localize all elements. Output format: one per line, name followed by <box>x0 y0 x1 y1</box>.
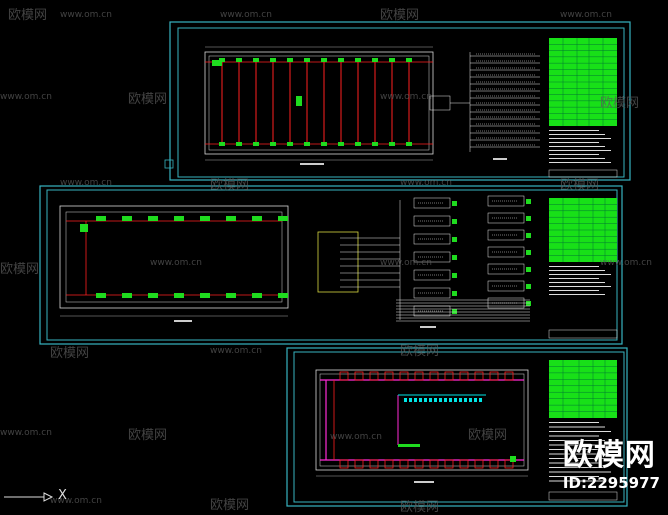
sheet-1-system-diagram <box>429 52 540 160</box>
watermark-site-text: www.om.cn <box>330 432 382 442</box>
watermark-site-text: www.om.cn <box>380 92 432 102</box>
ucs-arrow-icon <box>4 492 54 502</box>
watermark-brand-text: 欧模网 <box>8 8 48 23</box>
sheet-2-legend-table <box>548 198 618 339</box>
brand-badge: 欧模网 ID:2295977 <box>562 438 660 493</box>
watermark-site-text: www.om.cn <box>0 428 52 438</box>
watermark-site-text: www.om.cn <box>400 178 452 188</box>
watermark-brand-text: 欧模网 <box>50 346 90 361</box>
watermark-brand-text: 欧模网 <box>400 344 440 359</box>
ucs-axis-indicator: X <box>4 487 67 507</box>
watermark-site-text: www.om.cn <box>220 10 272 20</box>
watermark-brand-text: 欧模网 <box>128 92 168 107</box>
watermark-site-text: www.om.cn <box>560 10 612 20</box>
watermark-brand-text: 欧模网 <box>128 428 168 443</box>
watermark-brand-text: 欧模网 <box>0 262 40 277</box>
sheet-2 <box>39 185 623 345</box>
watermark-site-text: www.om.cn <box>150 258 202 268</box>
watermark-site-text: www.om.cn <box>380 258 432 268</box>
watermark-brand-text: 欧模网 <box>600 96 640 111</box>
watermark-brand-text: 欧模网 <box>210 498 250 513</box>
watermark-site-text: www.om.cn <box>0 92 52 102</box>
watermark-site-text: www.om.cn <box>60 10 112 20</box>
watermark-brand-text: 欧模网 <box>400 500 440 515</box>
sheet-1-floor-plan <box>204 46 434 165</box>
watermark-brand-text: 欧模网 <box>468 428 508 443</box>
watermark-site-text: www.om.cn <box>600 258 652 268</box>
watermark-brand-text: 欧模网 <box>560 178 600 193</box>
brand-logo: 欧模网 <box>562 438 656 473</box>
watermark-site-text: www.om.cn <box>210 346 262 356</box>
model-id: ID:2295977 <box>562 474 660 492</box>
watermark-brand-text: 欧模网 <box>210 178 250 193</box>
watermark-brand-text: 欧模网 <box>380 8 420 23</box>
ucs-x-label: X <box>58 488 67 503</box>
watermark-site-text: www.om.cn <box>60 178 112 188</box>
